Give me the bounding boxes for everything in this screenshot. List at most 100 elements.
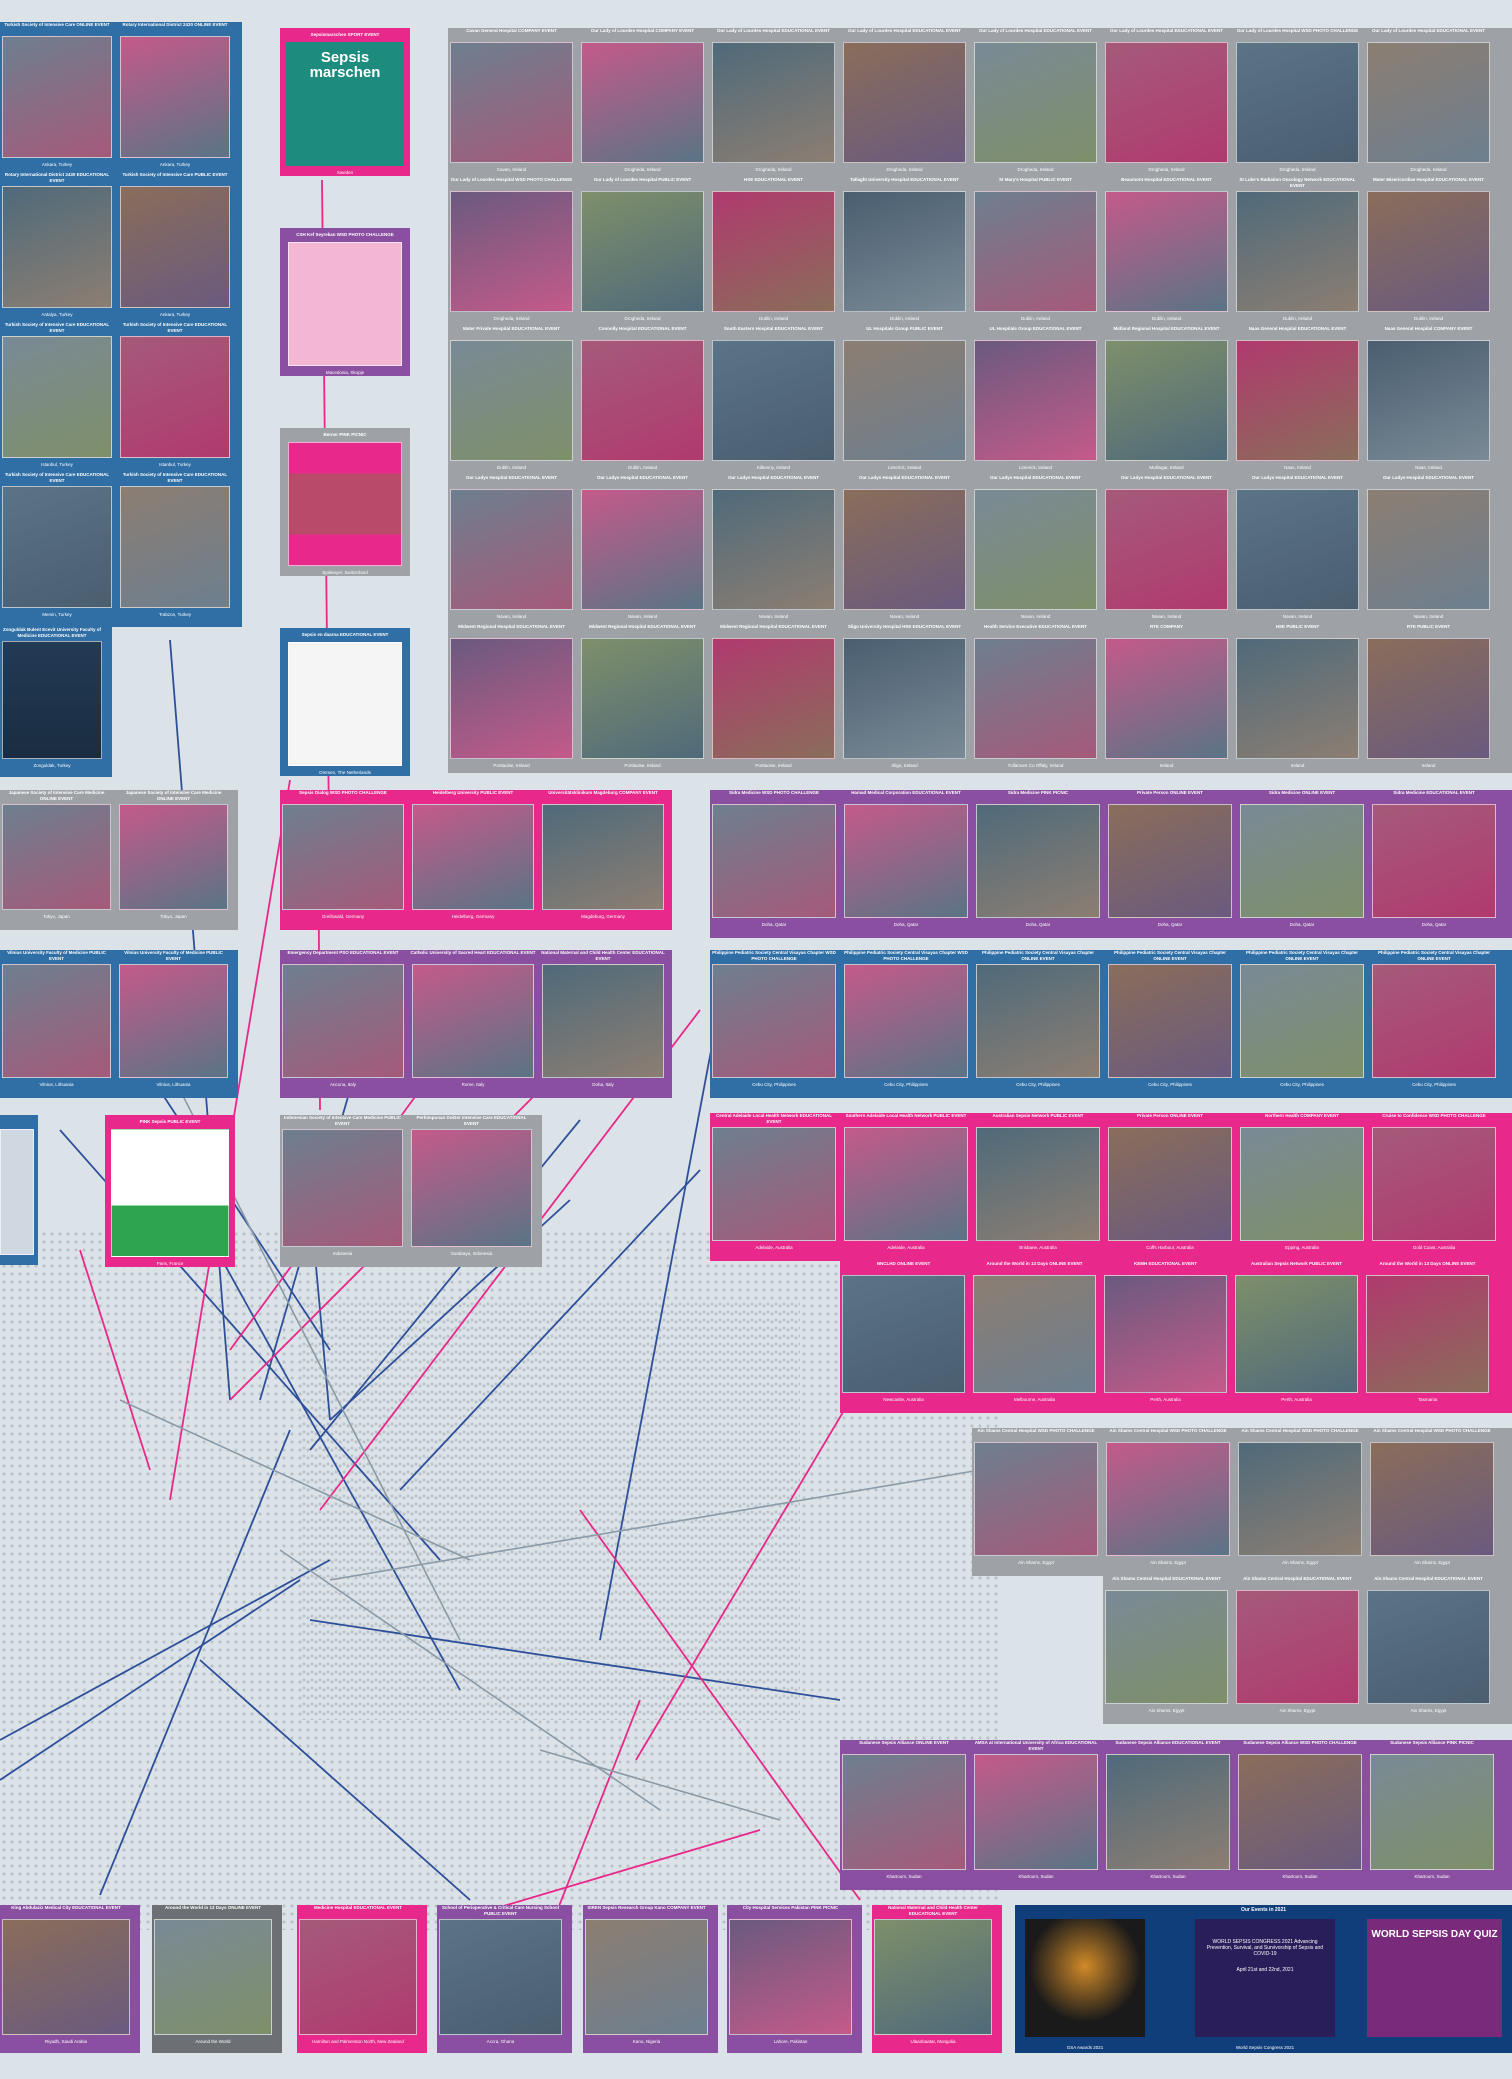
event-tile[interactable]: Tallaght University Hospital EDUCATIONAL… [841,177,968,322]
event-tile[interactable]: Ain Shams Central Hospital EDUCATIONAL E… [1103,1576,1230,1714]
event-tile[interactable]: Sudanese Sepsis Alliance PINK PICNIC Khar… [1368,1740,1496,1880]
event-tile[interactable]: Japanese Society of Intensive Care Medic… [117,790,230,920]
event-tile[interactable]: Our Lady of Lourdes Hospital EDUCATIONAL… [1365,28,1492,173]
event-tile[interactable]: SIREN Sepsis Research Group Kano COMPANY… [583,1905,710,2045]
event-tile[interactable]: Sudanese Sepsis Alliance WSD PHOTO CHALL… [1236,1740,1364,1880]
event-tile[interactable]: HSE PUBLIC EVENT Ireland [1234,624,1361,769]
event-tile[interactable]: Rotary International District 2420 ONLIN… [118,22,232,168]
event-tile[interactable]: Sudanese Sepsis Alliance EDUCATIONAL EVE… [1104,1740,1232,1880]
event-tile[interactable]: RTE COMPANY Ireland [1103,624,1230,769]
event-tile[interactable]: Australian Sepsis Network PUBLIC EVENT Pe… [1233,1261,1360,1403]
event-tile[interactable]: Private Person ONLINE EVENT Coffs Harbour… [1106,1113,1234,1251]
event-tile[interactable]: Our Ladys Hospital EDUCATIONAL EVENT Nava… [448,475,575,620]
event-tile[interactable]: Our Lady of Lourdes Hospital EDUCATIONAL… [710,28,837,173]
event-tile[interactable]: Ain Shams Central Hospital EDUCATIONAL E… [1234,1576,1361,1714]
event-tile[interactable]: Philippine Pediatric Society Central Vis… [1238,950,1366,1088]
event-tile[interactable]: Cruise to Confidence WSD PHOTO CHALLENGE… [1370,1113,1498,1251]
event-tile[interactable]: St Luke's Radiation Oncology Network EDU… [1234,177,1361,322]
event-tile[interactable]: Turkish Society of Intensive Care EDUCAT… [118,472,232,618]
event-tile[interactable]: Mater Private Hospital EDUCATIONAL EVENT… [448,326,575,471]
event-tile[interactable]: Naas General Hospital COMPANY EVENT Naas,… [1365,326,1492,471]
event-tile[interactable]: Zonguldak Bulent Ecevit University Facul… [0,627,104,769]
event-tile[interactable]: Heidelberg University PUBLIC EVENT Heidel… [410,790,536,920]
event-tile[interactable]: Japanese Society of Intensive Care Medic… [0,790,113,920]
event-photo[interactable] [288,642,402,766]
event-tile[interactable]: Sudanese Sepsis Alliance ONLINE EVENT Kha… [840,1740,968,1880]
event-tile[interactable]: St Mary's Hospital PUBLIC EVENT Dublin, I… [972,177,1099,322]
event-tile[interactable]: Midwest Regional Hospital EDUCATIONAL EV… [710,624,837,769]
event-tile[interactable]: AMSA at International University of Afri… [972,1740,1100,1880]
event-tile[interactable]: Perhimpunan Dokter Intensive Care EDUCAT… [409,1115,534,1257]
congress-card[interactable]: WORLD SEPSIS CONGRESS 2021 Advancing Pre… [1195,1919,1335,2037]
event-tile[interactable]: Vilnius University Faculty of Medicine P… [0,950,113,1088]
event-tile[interactable]: Hamad Medical Corporation EDUCATIONAL EV… [842,790,970,928]
event-tile[interactable]: Connolly Hospital EDUCATIONAL EVENT Dubli… [579,326,706,471]
event-tile[interactable]: Philippine Pediatric Society Central Vis… [1370,950,1498,1088]
event-tile[interactable]: Private Person ONLINE EVENT Doha, Qatar [1106,790,1234,928]
event-tile[interactable]: Philippine Pediatric Society Central Vis… [710,950,838,1088]
event-photo[interactable] [288,442,402,566]
event-tile[interactable]: Around the World in 13 Days ONLINE EVENT… [1364,1261,1491,1403]
event-tile[interactable]: Health Service Executive EDUCATIONAL EVE… [972,624,1099,769]
event-tile[interactable]: Southern Adelaide Local Health Network P… [842,1113,970,1251]
event-tile[interactable]: Ain Shams Central Hospital WSD PHOTO CHA… [972,1428,1100,1566]
event-tile[interactable]: Turkish Society of Intensive Care PUBLIC… [118,172,232,318]
gsa-awards-photo[interactable] [1025,1919,1145,2037]
event-tile[interactable]: Turkish Society of Intensive Care EDUCAT… [0,322,114,468]
event-tile[interactable]: Our Ladys Hospital EDUCATIONAL EVENT Nava… [841,475,968,620]
event-tile[interactable]: Universitätsklinikum Magdeburg COMPANY E… [540,790,666,920]
event-tile[interactable]: Ain Shams Central Hospital WSD PHOTO CHA… [1104,1428,1232,1566]
event-photo[interactable] [111,1129,229,1257]
event-tile[interactable]: Indonesian Society of Intensive Care Med… [280,1115,405,1257]
event-tile[interactable]: Our Ladys Hospital EDUCATIONAL EVENT Nava… [1103,475,1230,620]
event-tile[interactable]: Our Lady of Lourdes Hospital EDUCATIONAL… [841,28,968,173]
quiz-card[interactable]: WORLD SEPSIS DAY QUIZ [1367,1919,1502,2037]
event-tile[interactable]: Philippine Pediatric Society Central Vis… [974,950,1102,1088]
event-tile[interactable]: Turkish Society of Intensive Care EDUCAT… [0,472,114,618]
event-tile[interactable]: Ain Shams Central Hospital EDUCATIONAL E… [1365,1576,1492,1714]
event-tile[interactable]: Catholic University of Sacred Heart EDUC… [410,950,536,1088]
event-tile[interactable]: Philippine Pediatric Society Central Vis… [842,950,970,1088]
event-photo[interactable] [0,1129,34,1255]
event-tile[interactable]: Ain Shams Central Hospital WSD PHOTO CHA… [1368,1428,1496,1566]
event-tile[interactable]: Cavan General Hospital COMPANY EVENT Cava… [448,28,575,173]
event-tile[interactable]: Our Ladys Hospital EDUCATIONAL EVENT Nava… [579,475,706,620]
event-tile[interactable]: Emergency Department PSO EDUCATIONAL EVE… [280,950,406,1088]
event-tile[interactable]: King Abdulaziz Medical City EDUCATIONAL … [0,1905,132,2045]
event-tile[interactable]: Our Lady of Lourdes Hospital COMPANY EVE… [579,28,706,173]
event-tile[interactable]: National Maternal and Child Health Cente… [540,950,666,1088]
event-tile[interactable]: Sidra Medicine WSD PHOTO CHALLENGE Doha, … [710,790,838,928]
event-tile[interactable]: Naas General Hospital EDUCATIONAL EVENT N… [1234,326,1361,471]
event-tile[interactable]: Rotary International District 2430 EDUCA… [0,172,114,318]
event-tile[interactable]: UL Hospitals Group PUBLIC EVENT Limerick,… [841,326,968,471]
event-tile[interactable]: Our Lady of Lourdes Hospital PUBLIC EVEN… [579,177,706,322]
event-tile[interactable]: NNCLHD ONLINE EVENT Newcastle, Australia [840,1261,967,1403]
event-tile[interactable]: Turkish Society of Intensive Care ONLINE… [0,22,114,168]
event-tile[interactable]: Sligo University Hospital HSE EDUCATIONA… [841,624,968,769]
event-tile[interactable]: Turkish Society of Intensive Care EDUCAT… [118,322,232,468]
event-tile[interactable]: Central Adelaide Local Health Network ED… [710,1113,838,1251]
event-tile[interactable]: Australian Sepsis Network PUBLIC EVENT Br… [974,1113,1102,1251]
event-tile[interactable]: Our Ladys Hospital EDUCATIONAL EVENT Nava… [1234,475,1361,620]
event-tile[interactable]: RTE PUBLIC EVENT Ireland [1365,624,1492,769]
event-tile[interactable]: Mater Misericordiae Hospital EDUCATIONAL… [1365,177,1492,322]
event-tile[interactable]: National Maternal and Child Health Cente… [872,1905,994,2045]
event-tile[interactable]: Around the World in 13 Days ONLINE EVENT… [152,1905,274,2045]
event-tile[interactable]: Sidra Medicine ONLINE EVENT Doha, Qatar [1238,790,1366,928]
event-tile[interactable]: Sidra Medicine EDUCATIONAL EVENT Doha, Qa… [1370,790,1498,928]
event-tile[interactable]: Medicine Hospital EDUCATIONAL EVENT Hamil… [297,1905,419,2045]
event-tile[interactable]: Northern Health COMPANY EVENT Epping, Aus… [1238,1113,1366,1251]
event-tile[interactable]: KEMH EDUCATIONAL EVENT Perth, Australia [1102,1261,1229,1403]
event-tile[interactable]: Our Ladys Hospital EDUCATIONAL EVENT Nava… [972,475,1099,620]
event-tile[interactable]: Midwest Regional Hospital EDUCATIONAL EV… [579,624,706,769]
event-tile[interactable]: School of Perioperative & Critical Care … [437,1905,564,2045]
event-tile[interactable]: City Hospital Services Pakistan PINK PIC… [727,1905,854,2045]
event-tile[interactable]: South Eastern Hospital EDUCATIONAL EVENT… [710,326,837,471]
event-tile[interactable]: Sepsis Dialog WSD PHOTO CHALLENGE Greifsw… [280,790,406,920]
sepsismarschen-card[interactable]: Sepsis marschen [286,42,404,166]
event-photo[interactable] [288,242,402,366]
event-tile[interactable]: Around the World in 13 Days ONLINE EVENT… [971,1261,1098,1403]
event-tile[interactable]: Beaumont Hospital EDUCATIONAL EVENT Dubli… [1103,177,1230,322]
event-tile[interactable]: Our Lady of Lourdes Hospital WSD PHOTO C… [1234,28,1361,173]
event-tile[interactable]: Midwest Regional Hospital EDUCATIONAL EV… [448,624,575,769]
